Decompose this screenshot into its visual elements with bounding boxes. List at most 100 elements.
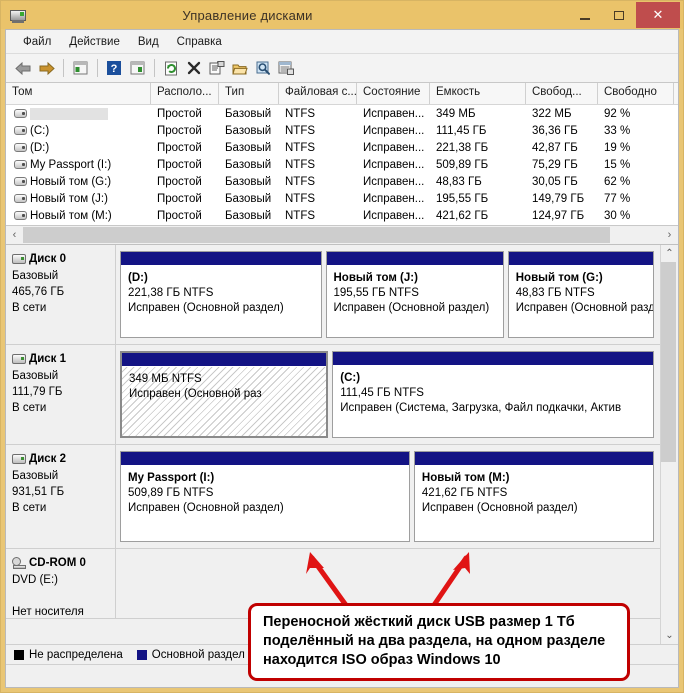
close-button[interactable]: ✕ bbox=[636, 2, 680, 28]
partition-block[interactable]: (D:) 221,38 ГБ NTFS Исправен (Основной раз… bbox=[120, 251, 322, 338]
disk-size: 111,79 ГБ bbox=[12, 386, 63, 398]
column-header-3[interactable]: Файловая с... bbox=[279, 83, 357, 104]
volume-row[interactable]: (C:) Простой Базовый NTFS Исправен... 111,45 … bbox=[6, 122, 678, 139]
disk-info-1[interactable]: Диск 1 Базовый 111,79 ГБ В сети bbox=[6, 345, 116, 444]
scroll-up-icon[interactable]: ⌃ bbox=[661, 245, 678, 262]
refresh-icon[interactable] bbox=[160, 57, 182, 79]
horizontal-scrollbar[interactable]: ‹ › bbox=[6, 226, 678, 245]
title-bar: Управление дисками ✕ bbox=[1, 1, 683, 29]
volume-row[interactable]: Простой Базовый NTFS Исправен... 349 МБ 322 М… bbox=[6, 105, 678, 122]
column-header-7[interactable]: Свободно bbox=[598, 83, 674, 104]
partition-body: My Passport (I:) 509,89 ГБ NTFS Исправен (… bbox=[121, 466, 409, 541]
partition-block[interactable]: 349 МБ NTFS Исправен (Основной раз bbox=[120, 351, 329, 438]
volume-row[interactable]: Новый том (J:) Простой Базовый NTFS Исправен… bbox=[6, 190, 678, 207]
menu-item-file[interactable]: Файл bbox=[14, 33, 60, 51]
volume-cell-free: 75,29 ГБ bbox=[532, 158, 578, 171]
volume-cell-status: Исправен... bbox=[363, 158, 425, 171]
scroll-left-icon[interactable]: ‹ bbox=[6, 227, 23, 243]
volume-list-pane: Том Располо... Тип Файловая с... Состояние Ем… bbox=[6, 83, 678, 226]
column-header-6[interactable]: Свобод... bbox=[526, 83, 598, 104]
disk-size: 465,76 ГБ bbox=[12, 286, 65, 298]
forward-arrow-icon[interactable] bbox=[35, 57, 57, 79]
volume-cell-fs: NTFS bbox=[285, 158, 316, 171]
volume-label: Новый том (G:) bbox=[30, 175, 112, 188]
horizontal-scroll-track[interactable] bbox=[23, 227, 661, 243]
volume-cell-capacity: 221,38 ГБ bbox=[436, 141, 489, 154]
volume-label: (C:) bbox=[30, 124, 50, 137]
volume-label: Новый том (J:) bbox=[30, 192, 108, 205]
volume-cell-status: Исправен... bbox=[363, 124, 425, 137]
column-header-2[interactable]: Тип bbox=[219, 83, 279, 104]
legend-label-unallocated: Не распределена bbox=[29, 648, 123, 661]
window-title: Управление дисками bbox=[182, 7, 313, 23]
volume-cell-free: 42,87 ГБ bbox=[532, 141, 578, 154]
partition-color-bar bbox=[121, 252, 321, 266]
up-one-level-icon[interactable] bbox=[69, 57, 91, 79]
back-arrow-icon[interactable] bbox=[12, 57, 34, 79]
properties-icon[interactable] bbox=[206, 57, 228, 79]
hard-disk-icon bbox=[12, 254, 26, 264]
disk-management-icon bbox=[9, 6, 27, 24]
volume-cell-free_pct: 77 % bbox=[604, 192, 631, 205]
partition-block[interactable]: Новый том (J:) 195,55 ГБ NTFS Исправен (Ос… bbox=[325, 251, 504, 338]
toolbar: ? bbox=[6, 54, 678, 83]
horizontal-scroll-thumb[interactable] bbox=[23, 227, 610, 243]
report-icon[interactable] bbox=[275, 57, 297, 79]
search-icon[interactable] bbox=[252, 57, 274, 79]
disk-title: Диск 0 bbox=[12, 251, 115, 267]
open-folder-icon[interactable] bbox=[229, 57, 251, 79]
disk-name: Диск 0 bbox=[29, 253, 67, 265]
scroll-down-icon[interactable]: ⌄ bbox=[661, 627, 678, 644]
disk-info-2[interactable]: Диск 2 Базовый 931,51 ГБ В сети bbox=[6, 445, 116, 548]
column-header-5[interactable]: Емкость bbox=[430, 83, 526, 104]
svg-text:?: ? bbox=[111, 63, 118, 75]
partition-block[interactable]: Новый том (M:) 421,62 ГБ NTFS Исправен (Ос… bbox=[413, 451, 654, 542]
minimize-button[interactable] bbox=[568, 2, 602, 28]
volume-label: Новый том (M:) bbox=[30, 209, 112, 222]
partition-name: My Passport (I:) bbox=[128, 472, 215, 484]
volume-cell-type: Базовый bbox=[225, 124, 272, 137]
column-header-4[interactable]: Состояние bbox=[357, 83, 430, 104]
volume-row[interactable]: (D:) Простой Базовый NTFS Исправен... 221,38 … bbox=[6, 139, 678, 156]
partition-block[interactable]: (C:) 111,45 ГБ NTFS Исправен (Система, Заг… bbox=[332, 351, 654, 438]
toolbar-separator bbox=[154, 59, 155, 77]
menu-item-help[interactable]: Справка bbox=[168, 33, 231, 51]
show-console-tree-icon[interactable] bbox=[126, 57, 148, 79]
partition-body: Новый том (G:) 48,83 ГБ NTFS Исправен (Осн… bbox=[508, 266, 653, 337]
cdrom-info[interactable]: CD-ROM 0 DVD (E:) Нет носителя bbox=[6, 549, 116, 618]
partition-status: Исправен (Основной раздел) bbox=[421, 502, 578, 514]
volume-row[interactable]: My Passport (I:) Простой Базовый NTFS Исправ… bbox=[6, 156, 678, 173]
vertical-scroll-thumb[interactable] bbox=[661, 262, 676, 462]
help-icon[interactable]: ? bbox=[103, 57, 125, 79]
menu-item-action[interactable]: Действие bbox=[60, 33, 129, 51]
partition-color-bar bbox=[326, 252, 503, 266]
column-header-1[interactable]: Располо... bbox=[151, 83, 219, 104]
partition-block[interactable]: My Passport (I:) 509,89 ГБ NTFS Исправен (… bbox=[120, 451, 410, 542]
partition-size: 48,83 ГБ NTFS bbox=[515, 287, 595, 299]
maximize-button[interactable] bbox=[602, 2, 636, 28]
scroll-right-icon[interactable]: › bbox=[661, 227, 678, 243]
vertical-scrollbar[interactable]: ⌃ ⌄ bbox=[660, 245, 678, 644]
volume-cell-name: My Passport (I:) bbox=[6, 159, 151, 171]
volume-row[interactable]: Новый том (G:) Простой Базовый NTFS Исправен… bbox=[6, 173, 678, 190]
partition-size: 349 МБ NTFS bbox=[129, 373, 202, 385]
column-header-0[interactable]: Том bbox=[6, 83, 151, 104]
volume-row[interactable]: Новый том (M:) Простой Базовый NTFS Исправен… bbox=[6, 207, 678, 224]
vertical-scroll-track[interactable] bbox=[661, 262, 678, 627]
disk-info-0[interactable]: Диск 0 Базовый 465,76 ГБ В сети bbox=[6, 245, 116, 344]
partition-color-bar bbox=[121, 452, 409, 466]
volume-cell-fs: NTFS bbox=[285, 175, 316, 188]
partition-size: 111,45 ГБ NTFS bbox=[340, 387, 424, 399]
partition-block[interactable]: Новый том (G:) 48,83 ГБ NTFS Исправен (Осн… bbox=[507, 251, 654, 338]
volume-cell-capacity: 349 МБ bbox=[436, 107, 476, 120]
volume-cell-layout: Простой bbox=[157, 141, 202, 154]
toolbar-separator bbox=[97, 59, 98, 77]
delete-icon[interactable] bbox=[183, 57, 205, 79]
partition-color-bar bbox=[508, 252, 653, 266]
drive-icon bbox=[14, 109, 27, 118]
volume-cell-free_pct: 33 % bbox=[604, 124, 631, 137]
partition-name: Новый том (M:) bbox=[421, 472, 510, 484]
volume-cell-status: Исправен... bbox=[363, 209, 425, 222]
menu-item-view[interactable]: Вид bbox=[129, 33, 168, 51]
menu-bar: Файл Действие Вид Справка bbox=[6, 30, 678, 54]
